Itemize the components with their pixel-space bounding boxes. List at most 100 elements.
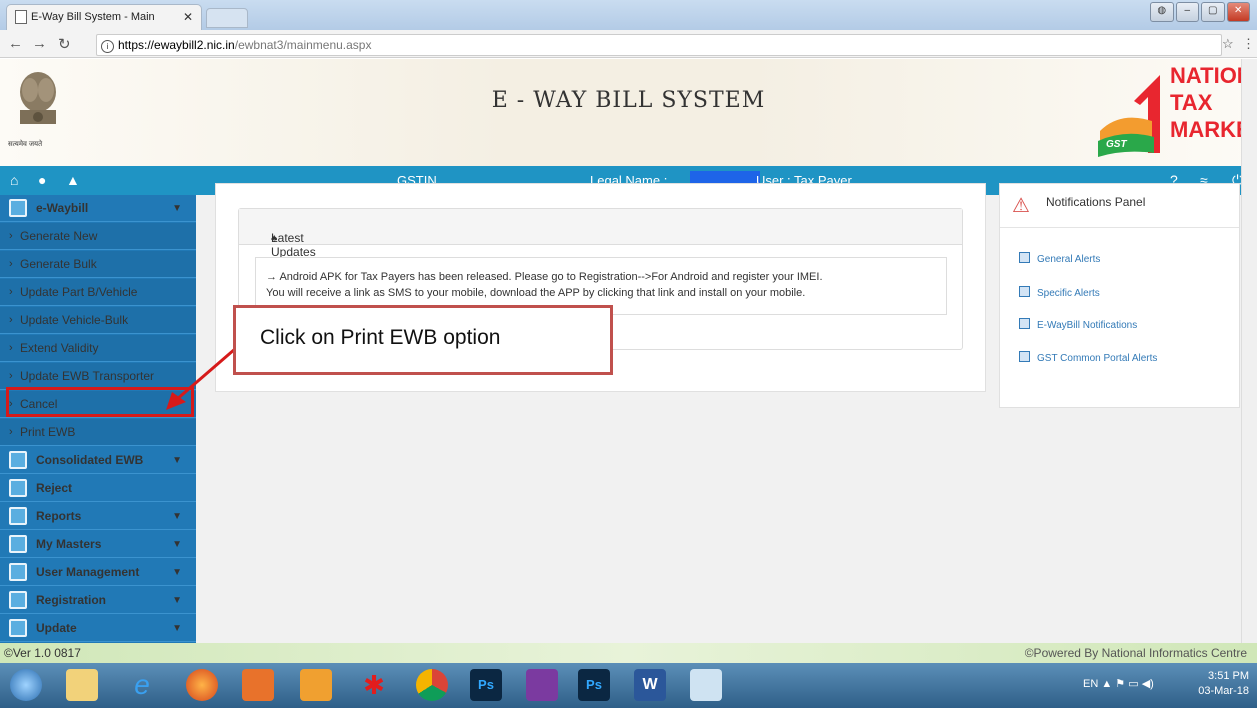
sidebar-item-label: Update EWB Transporter [20, 369, 155, 383]
chevron-right-icon: › [9, 230, 13, 242]
sidebar-item-label: Update Vehicle-Bulk [20, 313, 129, 327]
user-icon[interactable]: ● [38, 172, 46, 188]
version-text: ©Ver 1.0 0817 [4, 646, 81, 660]
powered-by-text: ©Powered By National Informatics Centre [1024, 646, 1247, 660]
sidebar-item-reports[interactable]: Reports ▼ [0, 503, 196, 530]
clock-date: 03-Mar-18 [1198, 685, 1249, 697]
notifications-title: Notifications Panel [1046, 195, 1146, 209]
app-icon[interactable] [300, 669, 332, 701]
firefox-icon[interactable] [186, 669, 218, 701]
chevron-down-icon: ▼ [172, 567, 182, 578]
new-tab-button[interactable] [206, 8, 248, 28]
notification-link-specific-alerts[interactable]: Specific Alerts [1019, 286, 1100, 299]
notification-link-ewaybill-notifications[interactable]: E-WayBill Notifications [1019, 318, 1137, 331]
forward-icon[interactable]: → [32, 35, 47, 52]
sidebar-item-generate-bulk[interactable]: › Generate Bulk [0, 251, 196, 278]
menu-section-icon [9, 591, 27, 609]
maximize-button[interactable]: ▢ [1201, 2, 1225, 22]
tray-arrow-icon[interactable]: ▲ [1101, 678, 1112, 690]
close-window-button[interactable]: ✕ [1226, 2, 1250, 22]
minimize-button[interactable]: – [1175, 2, 1199, 22]
sidebar-item-user-management[interactable]: User Management ▼ [0, 559, 196, 586]
language-indicator[interactable]: EN [1083, 678, 1098, 690]
chevron-down-icon: ▼ [172, 511, 182, 522]
sidebar-item-label: My Masters [36, 537, 102, 551]
tab-title: E-Way Bill System - Main [31, 11, 155, 23]
update-line-1: → Android APK for Tax Payers has been re… [266, 271, 823, 283]
clock-time: 3:51 PM [1208, 670, 1249, 682]
site-title: E - WAY BILL SYSTEM [491, 88, 766, 113]
app-icon[interactable] [526, 669, 558, 701]
chevron-right-icon: › [9, 426, 13, 438]
start-button[interactable] [10, 669, 42, 701]
notification-link-gst-portal-alerts[interactable]: GST Common Portal Alerts [1019, 351, 1157, 364]
sidebar-item-generate-new[interactable]: › Generate New [0, 223, 196, 250]
chevron-right-icon: › [9, 314, 13, 326]
bookmark-star-icon[interactable]: ☆ [1222, 36, 1234, 52]
sidebar-item-label: Reports [36, 509, 82, 523]
sidebar-item-label: Update Part B/Vehicle [20, 285, 138, 299]
chrome-icon[interactable] [416, 669, 448, 701]
close-tab-icon[interactable]: ✕ [183, 10, 193, 24]
photoshop-icon[interactable]: Ps [470, 669, 502, 701]
page-scrollbar[interactable] [1241, 59, 1257, 663]
chevron-down-icon: ▼ [172, 203, 182, 214]
chevron-right-icon: › [9, 258, 13, 270]
url-field[interactable]: i https://ewaybill2.nic.in/ewbnat3/mainme… [96, 34, 1222, 56]
home-icon[interactable]: ⌂ [10, 172, 18, 188]
address-bar: ← → ↻ i https://ewaybill2.nic.in/ewbnat3/… [0, 30, 1257, 58]
warning-icon: ⚠ [1012, 195, 1030, 217]
sidebar-item-registration[interactable]: Registration ▼ [0, 587, 196, 614]
notification-link-general-alerts[interactable]: General Alerts [1019, 252, 1100, 265]
list-icon [1019, 286, 1030, 297]
sidebar-item-reject[interactable]: Reject [0, 475, 196, 502]
network-icon[interactable]: ▭ [1128, 678, 1138, 690]
chevron-down-icon: ▼ [172, 595, 182, 606]
instruction-callout: Click on Print EWB option [233, 305, 613, 375]
info-icon: i [101, 40, 114, 53]
sidebar-item-print-ewb[interactable]: › Print EWB [0, 419, 196, 446]
menu-section-icon [9, 535, 27, 553]
bell-icon[interactable]: ▲ [66, 172, 80, 188]
browser-menu-icon[interactable]: ⋮ [1242, 36, 1255, 52]
notifications-header: ⚠ Notifications Panel [1000, 184, 1239, 228]
sidebar-item-my-masters[interactable]: My Masters ▼ [0, 531, 196, 558]
back-icon[interactable]: ← [8, 35, 23, 52]
sidebar-item-label: Extend Validity [20, 341, 99, 355]
reload-icon[interactable]: ↻ [58, 35, 71, 53]
url-host: https://ewaybill2.nic.in [118, 38, 235, 52]
sidebar-item-update[interactable]: Update ▼ [0, 615, 196, 642]
volume-icon[interactable]: ◀) [1142, 678, 1154, 690]
chevron-down-icon: ▼ [172, 539, 182, 550]
sidebar-item-update-part-b-vehicle[interactable]: › Update Part B/Vehicle [0, 279, 196, 306]
profile-icon[interactable]: ◍ [1150, 2, 1174, 22]
list-icon [1019, 318, 1030, 329]
windows-taskbar: e ✱ Ps Ps W EN ▲ ⚑ ▭ ◀) 3:51 PM 03-Mar-1… [0, 663, 1257, 708]
logo-tax: TAX [1170, 90, 1213, 115]
file-explorer-icon[interactable] [66, 669, 98, 701]
url-path: /ewbnat3/mainmenu.aspx [234, 38, 372, 52]
media-player-icon[interactable] [242, 669, 274, 701]
sidebar-item-label: Generate Bulk [20, 257, 97, 271]
chevron-right-icon: › [9, 286, 13, 298]
sidebar-item-label: Print EWB [20, 425, 76, 439]
flag-icon[interactable]: ⚑ [1115, 678, 1125, 690]
chevron-down-icon: ▼ [172, 455, 182, 466]
sidebar-item-label: Reject [36, 481, 73, 495]
sidebar-item-consolidated-ewb[interactable]: Consolidated EWB ▼ [0, 447, 196, 474]
sidebar-item-e-waybill[interactable]: e-Waybill ▼ [0, 195, 196, 222]
sidebar-item-label: Consolidated EWB [36, 453, 144, 467]
photoshop-icon[interactable]: Ps [578, 669, 610, 701]
page-icon [15, 10, 27, 24]
system-tray: EN ▲ ⚑ ▭ ◀) [1083, 677, 1154, 690]
callout-text: Click on Print EWB option [260, 326, 501, 349]
browser-tab[interactable]: E-Way Bill System - Main ✕ [6, 4, 202, 30]
menu-section-icon [9, 619, 27, 637]
internet-explorer-icon[interactable]: e [126, 669, 158, 701]
sidebar-item-label: Update [36, 621, 77, 635]
sidebar-item-label: User Management [36, 565, 140, 579]
app-icon[interactable]: ✱ [358, 669, 390, 701]
clock[interactable]: 3:51 PM 03-Mar-18 [1198, 669, 1249, 699]
word-icon[interactable]: W [634, 669, 666, 701]
app-icon[interactable] [690, 669, 722, 701]
